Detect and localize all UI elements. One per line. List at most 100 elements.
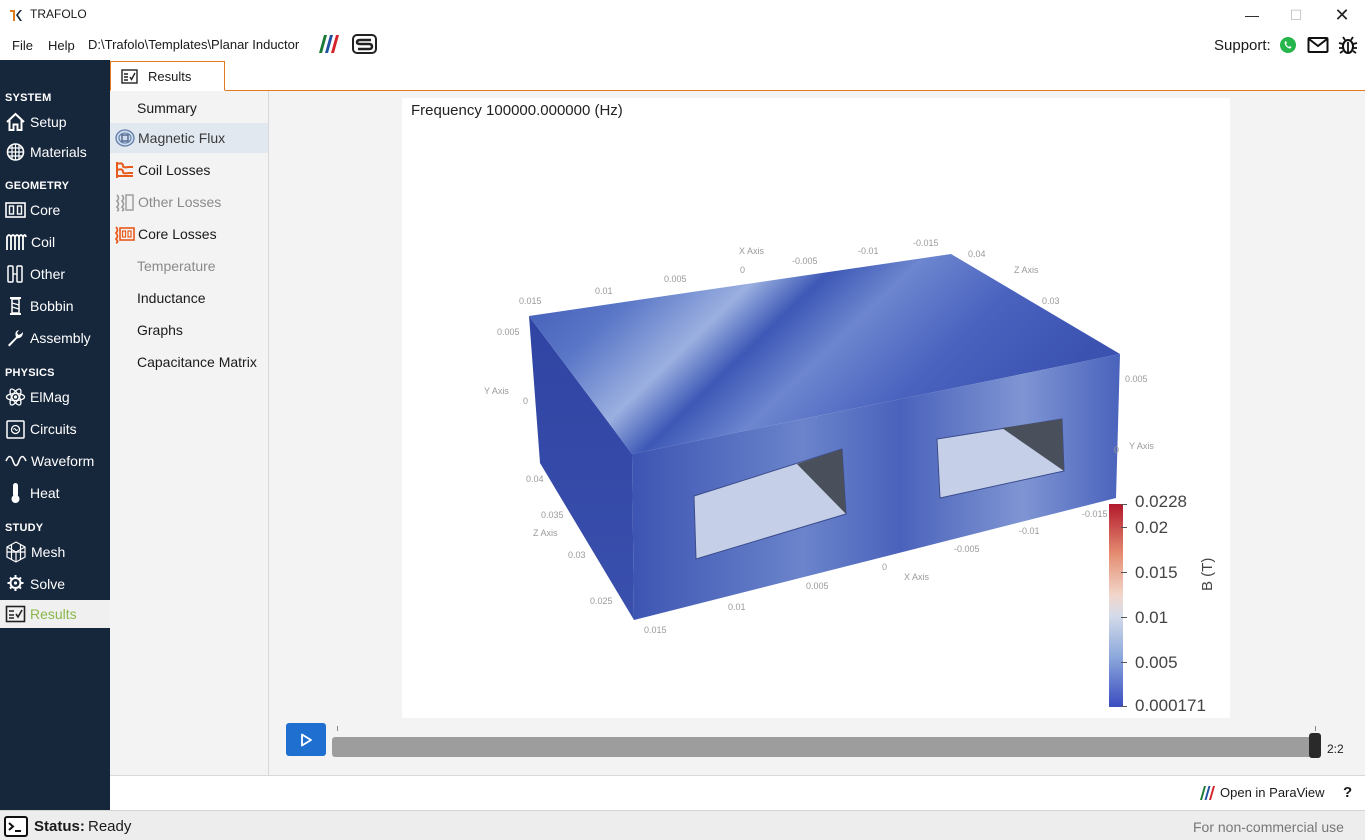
circuit-icon: [6, 420, 25, 439]
sidebar-item-coil[interactable]: Coil: [0, 228, 110, 256]
results-nav-summary[interactable]: Summary: [110, 93, 268, 123]
colorbar-label: 0.015: [1135, 563, 1178, 582]
frame-counter: 2:2: [1327, 742, 1344, 756]
core-icon: [5, 202, 26, 218]
axis-label-z-top: Z Axis: [1014, 265, 1039, 275]
paraview-icon[interactable]: [315, 35, 341, 53]
tab-strip: Results: [110, 60, 1365, 91]
bobbin-icon: [10, 297, 21, 315]
status-value: Ready: [88, 818, 132, 835]
results-nav-label: Graphs: [137, 322, 183, 338]
colorbar-tick: [1121, 572, 1127, 573]
colorbar-tick: [1121, 662, 1127, 663]
play-button[interactable]: [286, 723, 326, 756]
axis-tick-left-z: 0.04: [526, 474, 544, 484]
s-logo-icon[interactable]: [352, 34, 377, 54]
help-button[interactable]: ?: [1343, 784, 1352, 801]
results-nav-graphs[interactable]: Graphs: [110, 315, 268, 345]
sidebar-item-solve[interactable]: Solve: [0, 570, 110, 598]
bug-icon[interactable]: [1338, 35, 1358, 55]
section-geometry: GEOMETRY: [5, 180, 70, 192]
play-icon: [301, 733, 312, 746]
flux-density-scene[interactable]: X Axis 0.015 0.01 0.005 0 -0.005 -0.01 -…: [402, 98, 1230, 718]
section-physics: PHYSICS: [5, 367, 55, 379]
menu-help[interactable]: Help: [48, 38, 75, 53]
other-icon: [7, 265, 23, 283]
sidebar-item-label: Bobbin: [30, 298, 74, 314]
colorbar-label: 0.000171: [1135, 696, 1206, 715]
timeline-slider[interactable]: [332, 737, 1318, 757]
sidebar-item-label: Coil: [31, 234, 56, 250]
results-nav-capacitance-matrix[interactable]: Capacitance Matrix: [110, 347, 268, 377]
open-paraview-label: Open in ParaView: [1220, 785, 1325, 800]
axis-tick-top-x: -0.01: [858, 246, 879, 256]
axis-tick-top-x: -0.005: [792, 256, 818, 266]
license-note: For non-commercial use: [1193, 819, 1344, 835]
axis-tick-top-x: 0: [740, 265, 745, 275]
open-paraview-button[interactable]: Open in ParaView: [1198, 785, 1325, 800]
results-nav-other-losses[interactable]: Other Losses: [110, 187, 268, 217]
thermometer-icon: [11, 483, 20, 503]
close-button[interactable]: ✕: [1319, 0, 1365, 30]
sidebar-item-bobbin[interactable]: Bobbin: [0, 292, 110, 320]
sidebar-item-core[interactable]: Core: [0, 196, 110, 224]
axis-tick-bottom-x: -0.005: [954, 544, 980, 554]
results-nav-label: Core Losses: [138, 226, 217, 242]
tab-label: Results: [148, 68, 192, 84]
colorbar-label: 0.0228: [1135, 492, 1187, 511]
results-nav-label: Summary: [137, 100, 197, 116]
maximize-button[interactable]: ☐: [1273, 0, 1319, 30]
sidebar-item-label: Circuits: [30, 421, 77, 437]
sidebar-item-elmag[interactable]: ElMag: [0, 383, 110, 411]
3d-viewport[interactable]: X Axis 0.015 0.01 0.005 0 -0.005 -0.01 -…: [402, 98, 1230, 718]
sidebar-item-other[interactable]: Other: [0, 260, 110, 288]
timeline-handle[interactable]: [1309, 733, 1321, 758]
coil-icon: [6, 234, 27, 250]
mail-icon[interactable]: [1307, 36, 1329, 54]
axis-tick-top-x: -0.015: [913, 238, 939, 248]
terminal-icon[interactable]: [4, 816, 28, 837]
mesh-icon: [6, 541, 26, 563]
sidebar-item-setup[interactable]: Setup: [0, 108, 110, 136]
sidebar-item-label: ElMag: [30, 389, 70, 405]
axis-tick-bottom-x: -0.015: [1082, 509, 1108, 519]
colorbar-label: 0.02: [1135, 518, 1169, 537]
results-nav-magnetic-flux[interactable]: Magnetic Flux: [110, 123, 268, 153]
sidebar-item-label: Core: [30, 202, 61, 218]
axis-tick-right-y: 0: [1114, 445, 1119, 455]
menu-bar: File Help D:\Trafolo\Templates\Planar In…: [0, 30, 1365, 60]
tab-results[interactable]: Results: [110, 61, 225, 91]
results-nav-temperature[interactable]: Temperature: [110, 251, 268, 281]
section-system: SYSTEM: [5, 92, 52, 104]
sidebar-item-label: Waveform: [31, 453, 95, 469]
results-nav-coil-losses[interactable]: Coil Losses: [110, 155, 268, 185]
magnetic-flux-icon: [115, 129, 135, 147]
sidebar-item-materials[interactable]: Materials: [0, 138, 110, 166]
file-path: D:\Trafolo\Templates\Planar Inductor: [88, 37, 300, 52]
sidebar-item-mesh[interactable]: Mesh: [0, 538, 110, 566]
whatsapp-icon[interactable]: [1279, 36, 1297, 54]
menu-file[interactable]: File: [12, 38, 33, 53]
results-nav-inductance[interactable]: Inductance: [110, 283, 268, 313]
sidebar-item-label: Assembly: [30, 330, 91, 346]
results-nav-core-losses[interactable]: Core Losses: [110, 219, 268, 249]
support-label: Support:: [1214, 37, 1271, 54]
results-nav-label: Inductance: [137, 290, 206, 306]
axis-tick-left-z: 0.03: [568, 550, 586, 560]
axis-tick-top-x: 0.015: [519, 296, 542, 306]
minimize-button[interactable]: —: [1229, 0, 1275, 30]
sidebar-item-assembly[interactable]: Assembly: [0, 324, 110, 352]
sidebar-item-results[interactable]: Results: [0, 600, 110, 628]
colorbar-tick: [1121, 706, 1127, 707]
axis-tick-top-z: 0.03: [1042, 296, 1060, 306]
status-bar: Status: Ready For non-commercial use: [0, 810, 1365, 840]
colorbar-label: 0.005: [1135, 653, 1178, 672]
sidebar-item-heat[interactable]: Heat: [0, 479, 110, 507]
axis-label-y-right: Y Axis: [1129, 441, 1154, 451]
sidebar-item-circuits[interactable]: Circuits: [0, 415, 110, 443]
frequency-label: Frequency 100000.000000 (Hz): [411, 102, 623, 119]
sidebar: SYSTEM Setup Materials GEOMETRY Core Coi…: [0, 60, 110, 810]
sidebar-item-waveform[interactable]: Waveform: [0, 447, 110, 475]
core-losses-icon: [115, 226, 135, 244]
results-nav-label: Coil Losses: [138, 162, 211, 178]
